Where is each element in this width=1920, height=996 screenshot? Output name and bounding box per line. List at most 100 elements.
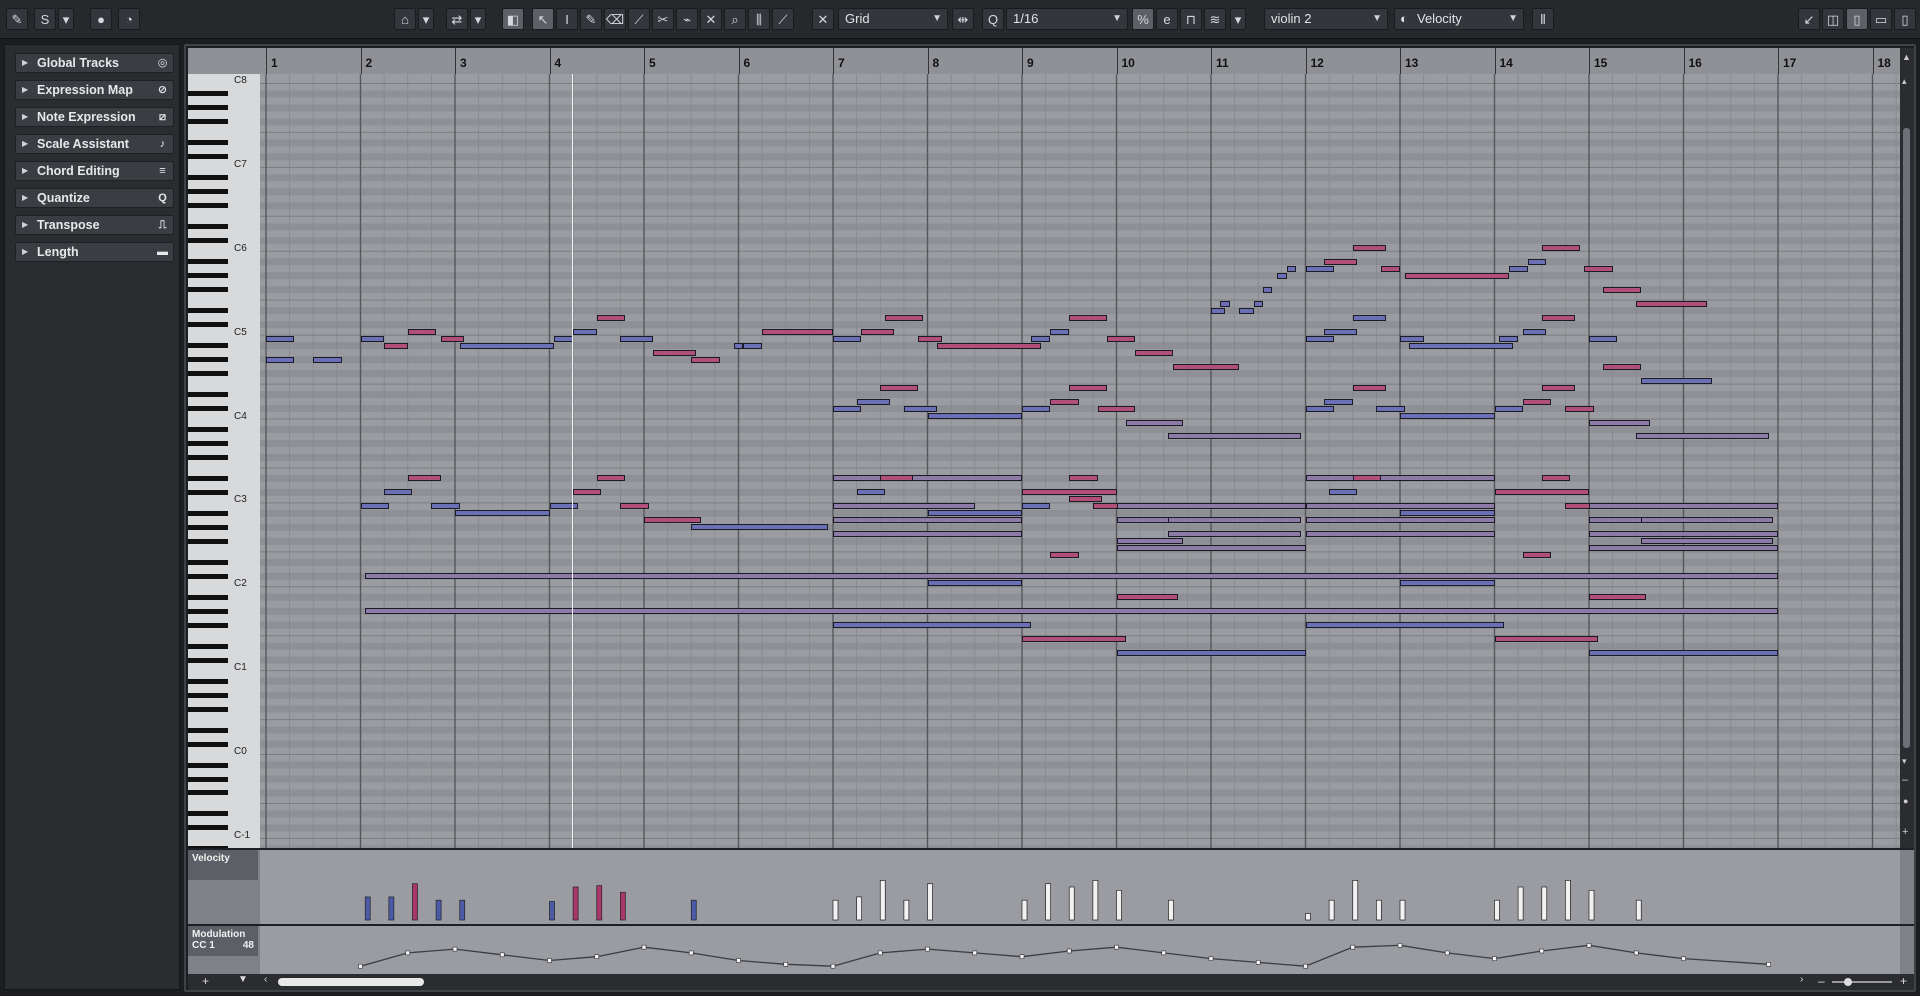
midi-note[interactable] bbox=[1541, 475, 1571, 482]
snap-mode-chevron-icon[interactable]: ▾ bbox=[418, 8, 434, 30]
midi-note[interactable] bbox=[927, 412, 1022, 419]
midi-note[interactable] bbox=[927, 510, 1022, 517]
lower-zone-icon[interactable]: ▭ bbox=[1870, 8, 1892, 30]
auto-scroll-icon[interactable]: ◔ bbox=[118, 8, 140, 30]
black-key[interactable] bbox=[188, 678, 228, 684]
midi-note[interactable] bbox=[833, 405, 862, 412]
midi-note[interactable] bbox=[1324, 398, 1353, 405]
black-key[interactable] bbox=[188, 727, 228, 733]
inspector-note-expression[interactable]: ▶ Note Expression ⧄ bbox=[15, 107, 174, 127]
black-key[interactable] bbox=[188, 811, 228, 817]
midi-note[interactable] bbox=[1494, 489, 1589, 496]
midi-note[interactable] bbox=[644, 517, 701, 524]
midi-note[interactable] bbox=[549, 503, 578, 510]
quantize-select[interactable]: 1/16 ▼ bbox=[1006, 8, 1128, 30]
time-warp-icon[interactable]: ⟋ bbox=[772, 8, 794, 30]
midi-note[interactable] bbox=[762, 328, 833, 335]
midi-note[interactable] bbox=[1262, 286, 1273, 293]
midi-note[interactable] bbox=[1107, 335, 1136, 342]
midi-note[interactable] bbox=[1305, 335, 1334, 342]
midi-note[interactable] bbox=[1135, 349, 1174, 356]
h-zoom-slider[interactable] bbox=[1832, 981, 1892, 983]
midi-note[interactable] bbox=[1527, 258, 1547, 265]
midi-note[interactable] bbox=[1239, 307, 1254, 314]
midi-note[interactable] bbox=[1640, 377, 1712, 384]
midi-note[interactable] bbox=[596, 475, 626, 482]
midi-note[interactable] bbox=[573, 328, 597, 335]
black-key[interactable] bbox=[188, 91, 228, 97]
black-key[interactable] bbox=[188, 308, 228, 314]
midi-note[interactable] bbox=[903, 405, 937, 412]
black-key[interactable] bbox=[188, 538, 228, 544]
midi-note[interactable] bbox=[1565, 405, 1594, 412]
midi-note[interactable] bbox=[1069, 314, 1108, 321]
black-key[interactable] bbox=[188, 706, 228, 712]
midi-note[interactable] bbox=[1050, 552, 1079, 559]
scroll-right-icon[interactable]: › bbox=[1800, 974, 1803, 985]
midi-note[interactable] bbox=[833, 531, 1022, 538]
vertical-scroll-thumb[interactable] bbox=[1903, 128, 1910, 748]
midi-note[interactable] bbox=[1253, 300, 1263, 307]
black-key[interactable] bbox=[188, 406, 228, 412]
black-key[interactable] bbox=[188, 790, 228, 796]
midi-note[interactable] bbox=[1168, 433, 1301, 440]
black-key[interactable] bbox=[188, 643, 228, 649]
black-key[interactable] bbox=[188, 524, 228, 530]
colors-icon[interactable]: ≋ bbox=[1204, 8, 1226, 30]
midi-note[interactable] bbox=[384, 489, 413, 496]
midi-note[interactable] bbox=[833, 517, 1022, 524]
midi-note[interactable] bbox=[1305, 503, 1495, 510]
midi-note[interactable] bbox=[1168, 517, 1301, 524]
inspector-global-tracks[interactable]: ▶ Global Tracks ◎ bbox=[15, 53, 174, 73]
note-grid[interactable] bbox=[260, 74, 1900, 848]
inspector-scale-assistant[interactable]: ▶ Scale Assistant ♪ bbox=[15, 134, 174, 154]
midi-note[interactable] bbox=[1305, 475, 1495, 482]
midi-note[interactable] bbox=[1022, 503, 1051, 510]
black-key[interactable] bbox=[188, 238, 228, 244]
midi-note[interactable] bbox=[1069, 475, 1098, 482]
insert-velocity-icon[interactable]: ◧ bbox=[502, 8, 524, 30]
midi-note[interactable] bbox=[266, 356, 295, 363]
midi-note[interactable] bbox=[1589, 503, 1778, 510]
midi-note[interactable] bbox=[1022, 489, 1117, 496]
midi-note[interactable] bbox=[1116, 545, 1306, 552]
lane-menu-chevron-icon[interactable]: ▼ bbox=[238, 974, 248, 985]
midi-note[interactable] bbox=[1050, 398, 1079, 405]
trim-tool-icon[interactable]: ⟋ bbox=[628, 8, 650, 30]
black-key[interactable] bbox=[188, 392, 228, 398]
black-key[interactable] bbox=[188, 762, 228, 768]
midi-note[interactable] bbox=[1400, 580, 1495, 587]
modulation-lane[interactable] bbox=[188, 926, 1914, 974]
black-key[interactable] bbox=[188, 741, 228, 747]
vertical-scrollbar[interactable]: ▲ ▴ ▾ – ● + bbox=[1900, 48, 1914, 848]
midi-note[interactable] bbox=[1116, 517, 1174, 524]
midi-note[interactable] bbox=[1404, 272, 1509, 279]
midi-note[interactable] bbox=[1352, 244, 1386, 251]
split-tool-icon[interactable]: ✂ bbox=[652, 8, 674, 30]
midi-note[interactable] bbox=[1400, 335, 1424, 342]
black-key[interactable] bbox=[188, 510, 228, 516]
midi-note[interactable] bbox=[1522, 398, 1552, 405]
midi-note[interactable] bbox=[1541, 384, 1575, 391]
midi-note[interactable] bbox=[1499, 335, 1519, 342]
midi-note[interactable] bbox=[365, 608, 1778, 615]
midi-note[interactable] bbox=[1329, 489, 1358, 496]
inspector-transpose[interactable]: ▶ Transpose ⎍ bbox=[15, 215, 174, 235]
midi-note[interactable] bbox=[856, 398, 890, 405]
midi-note[interactable] bbox=[431, 503, 460, 510]
midi-note[interactable] bbox=[1522, 552, 1552, 559]
midi-note[interactable] bbox=[1541, 314, 1575, 321]
midi-note[interactable] bbox=[1069, 496, 1103, 503]
midi-note[interactable] bbox=[440, 335, 465, 342]
midi-note[interactable] bbox=[1220, 300, 1230, 307]
midi-note[interactable] bbox=[918, 335, 942, 342]
glue-tool-icon[interactable]: ⌁ bbox=[676, 8, 698, 30]
midi-note[interactable] bbox=[1589, 594, 1646, 601]
midi-note[interactable] bbox=[1352, 475, 1382, 482]
scroll-up-icon-2[interactable]: ▴ bbox=[1902, 76, 1907, 87]
zoom-handle-icon[interactable]: ● bbox=[1903, 796, 1908, 806]
zoom-in-icon[interactable]: + bbox=[1902, 826, 1908, 838]
midi-note[interactable] bbox=[1116, 538, 1183, 545]
midi-note[interactable] bbox=[1277, 272, 1287, 279]
black-key[interactable] bbox=[188, 154, 228, 160]
